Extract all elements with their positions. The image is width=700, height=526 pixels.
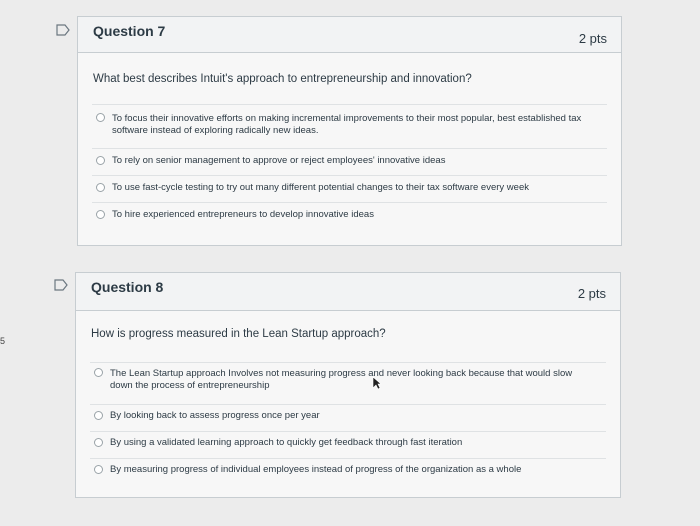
question-title: Question 8 — [91, 279, 164, 295]
question-prompt: How is progress measured in the Lean Sta… — [91, 328, 386, 340]
radio-button[interactable] — [94, 411, 103, 420]
question-title: Question 7 — [93, 23, 166, 39]
answer-text: By using a validated learning approach t… — [110, 437, 463, 448]
answer-option[interactable]: By using a validated learning approach t… — [90, 431, 606, 457]
answer-text: The Lean Startup approach Involves not m… — [110, 368, 573, 391]
radio-button[interactable] — [94, 368, 103, 377]
question-header: Question 7 2 pts — [78, 17, 621, 53]
question-header: Question 8 2 pts — [76, 273, 620, 311]
answer-option[interactable]: To use fast-cycle testing to try out man… — [92, 175, 607, 201]
answer-text: To rely on senior management to approve … — [112, 155, 446, 166]
answer-option[interactable]: To hire experienced entrepreneurs to dev… — [92, 202, 607, 228]
answer-option[interactable]: To focus their innovative efforts on mak… — [92, 104, 607, 146]
question-prompt: What best describes Intuit's approach to… — [93, 73, 472, 85]
question-card-8: Question 8 2 pts How is progress measure… — [75, 272, 621, 498]
question-card-7: Question 7 2 pts What best describes Int… — [77, 16, 622, 246]
radio-button[interactable] — [96, 210, 105, 219]
answer-text: To hire experienced entrepreneurs to dev… — [112, 209, 374, 220]
answer-option[interactable]: By looking back to assess progress once … — [90, 404, 606, 430]
question-points: 2 pts — [578, 31, 607, 46]
cursor-icon — [372, 376, 382, 395]
radio-button[interactable] — [94, 465, 103, 474]
answer-option[interactable]: The Lean Startup approach Involves not m… — [90, 362, 606, 403]
radio-button[interactable] — [96, 113, 105, 122]
flag-icon[interactable] — [54, 279, 68, 291]
flag-icon[interactable] — [56, 24, 70, 36]
edge-char: 5 — [0, 336, 6, 346]
answer-option[interactable]: To rely on senior management to approve … — [92, 148, 607, 174]
question-points: 2 pts — [577, 286, 606, 301]
answer-text: To focus their innovative efforts on mak… — [112, 113, 582, 136]
answer-text: By looking back to assess progress once … — [110, 410, 320, 421]
radio-button[interactable] — [96, 183, 105, 192]
answer-option[interactable]: By measuring progress of individual empl… — [90, 458, 606, 484]
answer-text: To use fast-cycle testing to try out man… — [112, 182, 529, 193]
answer-text: By measuring progress of individual empl… — [110, 464, 522, 475]
radio-button[interactable] — [96, 156, 105, 165]
radio-button[interactable] — [94, 438, 103, 447]
